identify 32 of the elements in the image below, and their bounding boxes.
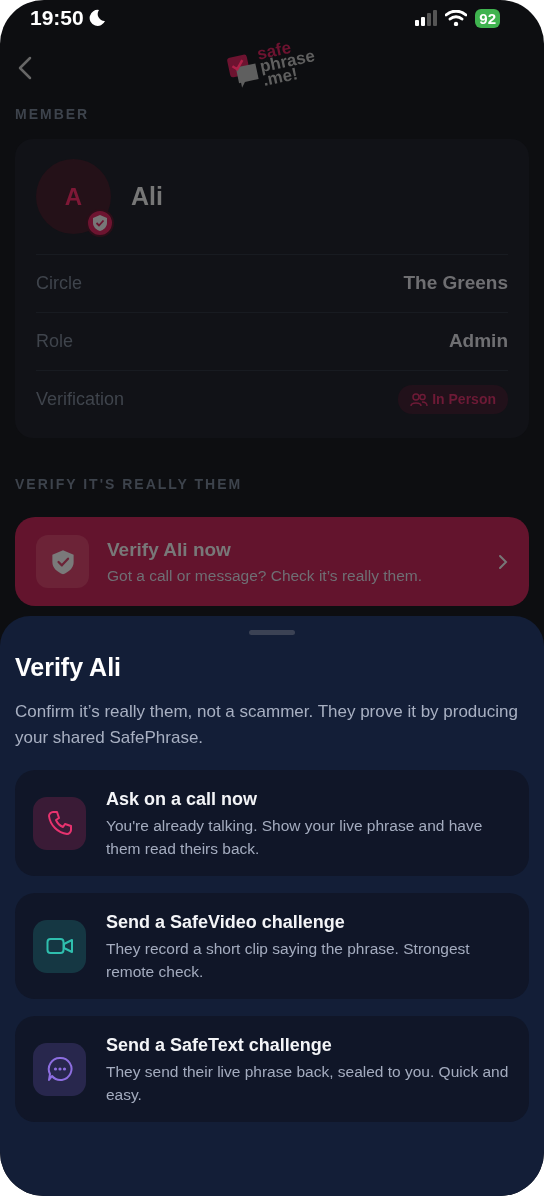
field-value: Admin [448,329,508,354]
wifi-icon [445,10,468,26]
status-time: 19:50 [30,5,84,32]
section-title: VERIFY IT'S REALLY THEM [14,475,244,494]
option-title: Send a SafeVideo challenge [106,911,346,935]
verification-badge: In Person [398,385,508,414]
option-description: They record a short clip saying the phrase. Strongest remote check. [106,939,471,982]
battery-indicator: 92 [475,8,500,28]
verify-option[interactable]: Send a SafeVideo challenge They record a short clip saying the phrase. Strongest remote check. [15,893,529,1000]
member-name: Ali [131,180,163,212]
option-description: You're already talking. Show your live phrase and have them read theirs back. [106,816,484,859]
action-title: Verify Ali now [107,537,232,562]
verify-option[interactable]: Ask on a call now You're already talking. Show your live phrase and have them read theirs back. [15,770,529,877]
logo: safe phrase .me! [224,36,320,94]
section-title: MEMBER [14,105,91,124]
sheet-handle[interactable] [249,630,295,635]
option-description: They send their live phrase back, sealed to you. Quick and easy. [106,1062,510,1105]
back-chevron-icon [18,56,32,80]
people-icon [410,392,429,407]
action-subtitle: Got a call or message? Check it’s really them. [107,566,423,587]
chevron-right-icon [498,553,508,570]
option-title: Send a SafeText challenge [106,1034,333,1058]
option-title: Ask on a call now [106,788,259,812]
back-button[interactable] [18,56,32,80]
field-value: The Greens [403,271,508,296]
moon-icon [87,9,106,27]
verify-option[interactable]: Send a SafeText challenge They send their live phrase back, sealed to you. Quick and easy. [15,1016,529,1122]
sheet-title: Verify Ali [15,652,123,683]
avatar: A [36,159,111,234]
verified-badge-icon [86,209,114,237]
signal-icon [415,10,438,26]
sheet-description: Confirm it’s really them, not a scammer. They prove it by producing your shared SafePhrase. [15,700,519,749]
